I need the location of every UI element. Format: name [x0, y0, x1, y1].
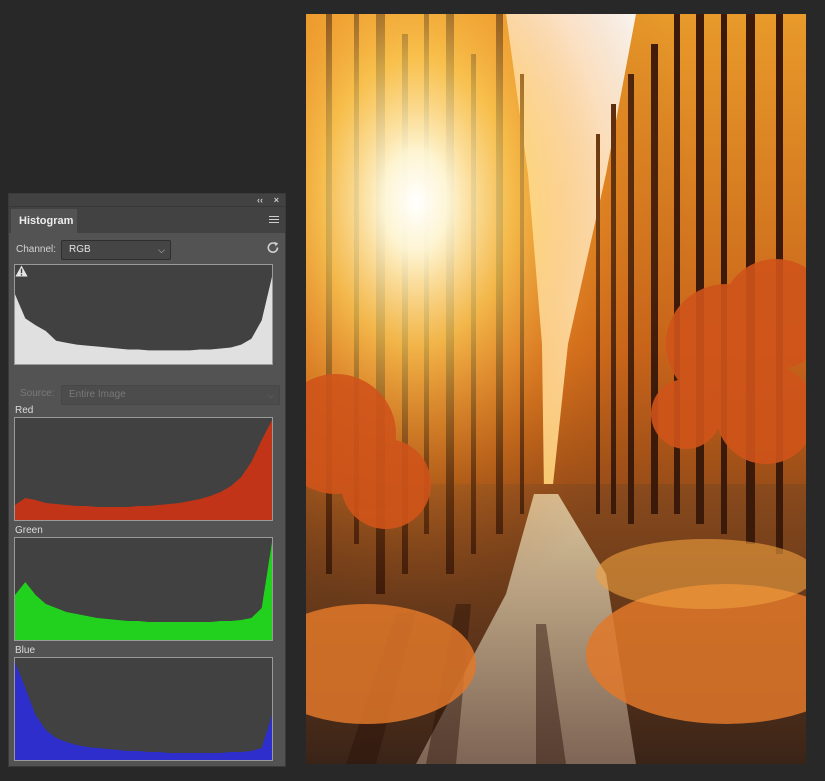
- green-histogram-area: [15, 542, 272, 640]
- red-histogram-area: [15, 420, 272, 520]
- tab-histogram[interactable]: Histogram: [11, 209, 77, 233]
- blue-channel-label: Blue: [15, 645, 36, 656]
- composite-histogram: [14, 264, 273, 365]
- red-histogram: [14, 417, 273, 521]
- red-histogram-chart: [15, 420, 272, 520]
- histogram-panel: ‹‹ × Histogram Channel: RGB ⌵ Source: En…: [8, 193, 286, 767]
- source-select: Entire Image ⌵: [61, 385, 280, 405]
- panel-menu-icon[interactable]: [269, 216, 279, 225]
- green-histogram-chart: [15, 542, 272, 640]
- blue-histogram-chart: [15, 662, 272, 760]
- chevron-down-icon: ⌵: [267, 390, 274, 400]
- source-label: Source:: [20, 388, 55, 399]
- panel-title-bar[interactable]: ‹‹ ×: [9, 194, 285, 207]
- channel-value: RGB: [69, 244, 91, 255]
- close-panel-icon[interactable]: ×: [274, 194, 279, 206]
- chevron-down-icon: ⌵: [158, 245, 165, 255]
- source-value: Entire Image: [69, 389, 126, 400]
- channel-label: Channel:: [16, 244, 57, 255]
- cache-warning-icon[interactable]: [15, 265, 28, 277]
- green-channel-label: Green: [15, 525, 43, 536]
- blue-histogram: [14, 657, 273, 761]
- panel-tab-bar: Histogram: [9, 207, 285, 233]
- green-histogram: [14, 537, 273, 641]
- forest-photo-illustration: [306, 14, 806, 764]
- collapse-panel-icon[interactable]: ‹‹: [257, 194, 263, 206]
- blue-histogram-area: [15, 662, 272, 760]
- channel-select[interactable]: RGB ⌵: [61, 240, 171, 260]
- forest-photo: [306, 14, 806, 764]
- composite-histogram-chart: [15, 276, 272, 364]
- composite-histogram-area: [15, 276, 272, 364]
- refresh-icon[interactable]: [266, 241, 280, 255]
- red-channel-label: Red: [15, 405, 34, 416]
